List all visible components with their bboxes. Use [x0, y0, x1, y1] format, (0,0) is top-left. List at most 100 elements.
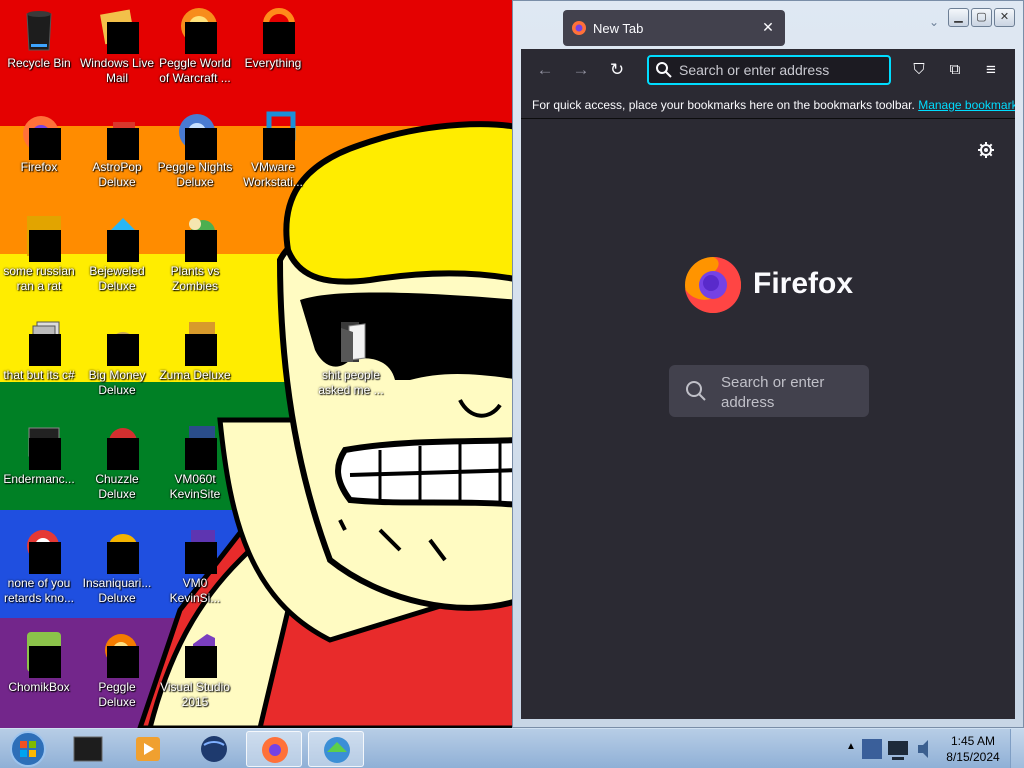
desktop-icon-that-but-csharp[interactable]: that but its c# [0, 318, 78, 383]
desktop-icon-visual-studio[interactable]: Visual Studio 2015 [156, 630, 234, 710]
taskbar-app-firefox[interactable] [246, 731, 302, 767]
network-icon[interactable] [886, 733, 910, 765]
redacted-block [29, 438, 61, 470]
tab-new-tab[interactable]: New Tab ✕ [563, 10, 785, 46]
mail-icon [93, 6, 141, 54]
vm-icon [171, 526, 219, 574]
desktop-icon-label: Peggle Deluxe [98, 680, 136, 709]
redacted-block [185, 22, 217, 54]
redacted-block [185, 438, 217, 470]
redacted-block [107, 438, 139, 470]
desktop-icon-endermanch[interactable]: Endermanc... [0, 422, 78, 487]
arrow-left-icon[interactable]: ← [533, 58, 557, 82]
money-bag-icon [93, 318, 141, 366]
desktop-icon-vm0-kevinsite[interactable]: VM0 KevinSi... [156, 526, 234, 606]
window-controls: ▁ ▢ ✕ [948, 8, 1015, 28]
document-icon [15, 214, 63, 262]
redacted-block [107, 646, 139, 678]
redacted-block [263, 22, 295, 54]
desktop-icon-recycle-bin[interactable]: Recycle Bin [0, 6, 78, 71]
show-hidden-icons-icon[interactable]: ▲ [846, 741, 856, 752]
desktop-icon-bejeweled[interactable]: Bejeweled Deluxe [78, 214, 156, 294]
taskbar-app-globe[interactable] [186, 731, 242, 767]
desktop-icon-zuma[interactable]: Zuma Deluxe [156, 318, 234, 383]
url-bar[interactable] [647, 55, 891, 85]
pocket-icon[interactable]: ⛉ [907, 58, 931, 82]
start-button[interactable] [4, 730, 48, 768]
manage-bookmarks-link[interactable]: Manage bookmarks [918, 98, 1015, 112]
desktop-icon-label: Firefox [20, 160, 58, 174]
chuzzle-icon [93, 422, 141, 470]
arrow-right-icon[interactable]: → [569, 58, 593, 82]
desktop-icon-label: Bejeweled Deluxe [89, 264, 145, 293]
bookmarks-toolbar: For quick access, place your bookmarks h… [521, 91, 1015, 119]
download-manager-icon [324, 737, 350, 763]
desktop-icon-vm060t[interactable]: VM060t KevinSite [156, 422, 234, 502]
newtab-search-box[interactable]: Search or enter address [669, 365, 869, 417]
new-tab-page: Firefox Search or enter address [521, 119, 1015, 719]
show-desktop-button[interactable] [1010, 729, 1024, 768]
desktop-icon-firefox[interactable]: Firefox [0, 110, 78, 175]
visual-studio-icon [171, 630, 219, 678]
desktop-icon-peggle-deluxe[interactable]: Peggle Deluxe [78, 630, 156, 710]
close-icon[interactable]: ✕ [759, 18, 777, 36]
reload-icon[interactable]: ↻ [605, 58, 629, 82]
firefox-icon [262, 737, 288, 763]
title-bar[interactable]: New Tab ✕ ⌄ ▁ ▢ ✕ [513, 1, 1023, 47]
vmware-icon [249, 110, 297, 160]
desktop-icon-label: Peggle World of Warcraft ... [159, 56, 231, 85]
desktop-icon-label: Everything [244, 56, 302, 70]
chevron-down-icon[interactable]: ⌄ [929, 15, 939, 29]
address-input[interactable] [679, 60, 885, 80]
desktop-icon-folder-people-asked[interactable]: shit people asked me ... [312, 318, 390, 398]
navigation-toolbar: ← → ↻ ⛉ ⧉ ≡ [521, 49, 1015, 91]
desktop-icon-label: Recycle Bin [7, 56, 71, 70]
redacted-block [185, 334, 217, 366]
desktop-icon-label: some russian ran a rat [3, 264, 75, 293]
gear-icon[interactable] [977, 141, 995, 159]
desktop-icon-plants-vs-zombies[interactable]: Plants vs Zombies [156, 214, 234, 294]
firefox-wordmark: Firefox [753, 267, 854, 300]
redacted-block [29, 646, 61, 678]
maximize-icon[interactable]: ▢ [971, 8, 992, 27]
menu-icon[interactable]: ≡ [979, 58, 1003, 82]
desktop-icon-big-money[interactable]: Big Money Deluxe [78, 318, 156, 398]
taskbar-app-download-manager[interactable] [308, 731, 364, 767]
taskbar-app-media-player[interactable] [120, 731, 176, 767]
taskbar-app-terminal[interactable] [60, 731, 116, 767]
speaker-icon[interactable] [914, 735, 934, 763]
desktop-icon-label: ChomikBox [8, 680, 70, 694]
desktop-icon-label: Zuma Deluxe [159, 368, 231, 382]
desktop-icon-chuzzle[interactable]: Chuzzle Deluxe [78, 422, 156, 502]
desktop-icon-label: VM0 KevinSi... [169, 576, 221, 605]
desktop-icon-label: AstroPop Deluxe [92, 160, 142, 189]
desktop-icon-insaniquarium[interactable]: Insaniquari... Deluxe [78, 526, 156, 606]
desktop-icon-label: Chuzzle Deluxe [95, 472, 139, 501]
redacted-block [29, 334, 61, 366]
search-icon [686, 381, 706, 401]
extensions-icon[interactable]: ⧉ [943, 58, 967, 82]
desktop-icon-windows-live-mail[interactable]: Windows Live Mail [78, 6, 156, 86]
close-icon[interactable]: ✕ [994, 8, 1015, 27]
redacted-block [263, 128, 295, 160]
desktop-icon-vmware[interactable]: VMware Workstati... [234, 110, 312, 190]
tab-title: New Tab [593, 21, 644, 36]
redacted-block [185, 542, 217, 574]
desktop-icon-chomikbox[interactable]: ChomikBox [0, 630, 78, 695]
desktop-icon-peggle-wow[interactable]: Peggle World of Warcraft ... [156, 6, 234, 86]
desktop-icon-astropop[interactable]: AstroPop Deluxe [78, 110, 156, 190]
gem-icon [93, 214, 141, 262]
desktop-icon-label: shit people asked me ... [318, 368, 384, 397]
system-clock[interactable]: 1:45 AM 8/15/2024 [940, 733, 1006, 765]
desktop-icon-peggle-nights[interactable]: Peggle Nights Deluxe [156, 110, 234, 190]
desktop-icon-label: Visual Studio 2015 [160, 680, 230, 709]
redacted-block [107, 542, 139, 574]
minimize-icon[interactable]: ▁ [948, 8, 969, 27]
desktop-icon-none-of-you[interactable]: none of you retards kno... [0, 526, 78, 606]
desktop-icon-everything[interactable]: Everything [234, 6, 312, 71]
desktop-icon-label: that but its c# [3, 368, 75, 382]
desktop-icon-russian-rat[interactable]: some russian ran a rat [0, 214, 78, 294]
tray-app-icon[interactable] [860, 733, 884, 765]
recycle-bin-icon [15, 6, 63, 54]
globe-icon [201, 736, 227, 762]
